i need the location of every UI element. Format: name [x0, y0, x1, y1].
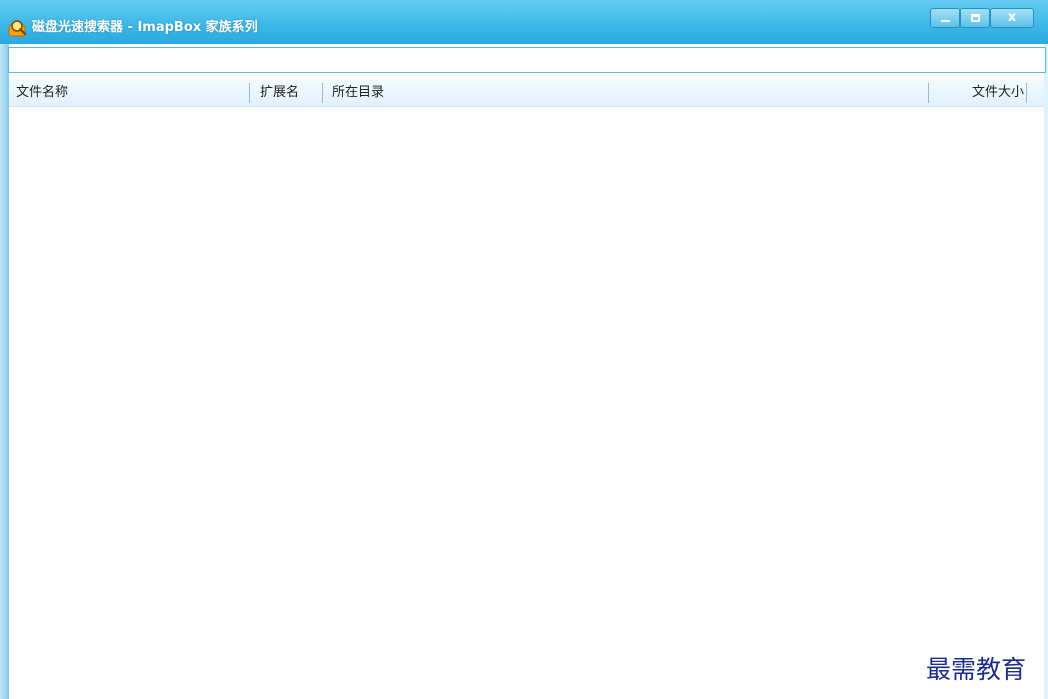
title-bar[interactable]: 磁盘光速搜索器 - ImapBox 家族系列 x: [0, 0, 1048, 44]
window-right-border: [1044, 44, 1048, 699]
window-title: 磁盘光速搜索器 - ImapBox 家族系列: [32, 20, 258, 35]
maximize-button[interactable]: [960, 8, 990, 28]
column-header-filesize[interactable]: 文件大小: [929, 80, 1024, 107]
file-list-body[interactable]: [9, 108, 1044, 699]
column-divider[interactable]: [249, 83, 250, 103]
search-input[interactable]: [8, 47, 1046, 73]
close-label: x: [1007, 10, 1017, 25]
column-header-directory[interactable]: 所在目录: [332, 80, 932, 107]
magnifier-icon: [8, 19, 28, 37]
column-header-extension[interactable]: 扩展名: [260, 80, 330, 107]
close-button[interactable]: x: [990, 8, 1034, 28]
minimize-button[interactable]: [930, 8, 960, 28]
column-divider[interactable]: [322, 83, 323, 103]
maximize-icon: [971, 14, 980, 22]
column-divider[interactable]: [1026, 83, 1027, 103]
column-header-filename[interactable]: 文件名称: [16, 80, 256, 107]
app-window: 磁盘光速搜索器 - ImapBox 家族系列 x 文件名称 扩展名 所在目录 文…: [0, 0, 1048, 699]
file-list-header: 文件名称 扩展名 所在目录 文件大小: [9, 80, 1044, 107]
window-left-border: [0, 44, 9, 699]
watermark: 最需教育: [926, 655, 1027, 684]
minimize-icon: [941, 20, 950, 22]
